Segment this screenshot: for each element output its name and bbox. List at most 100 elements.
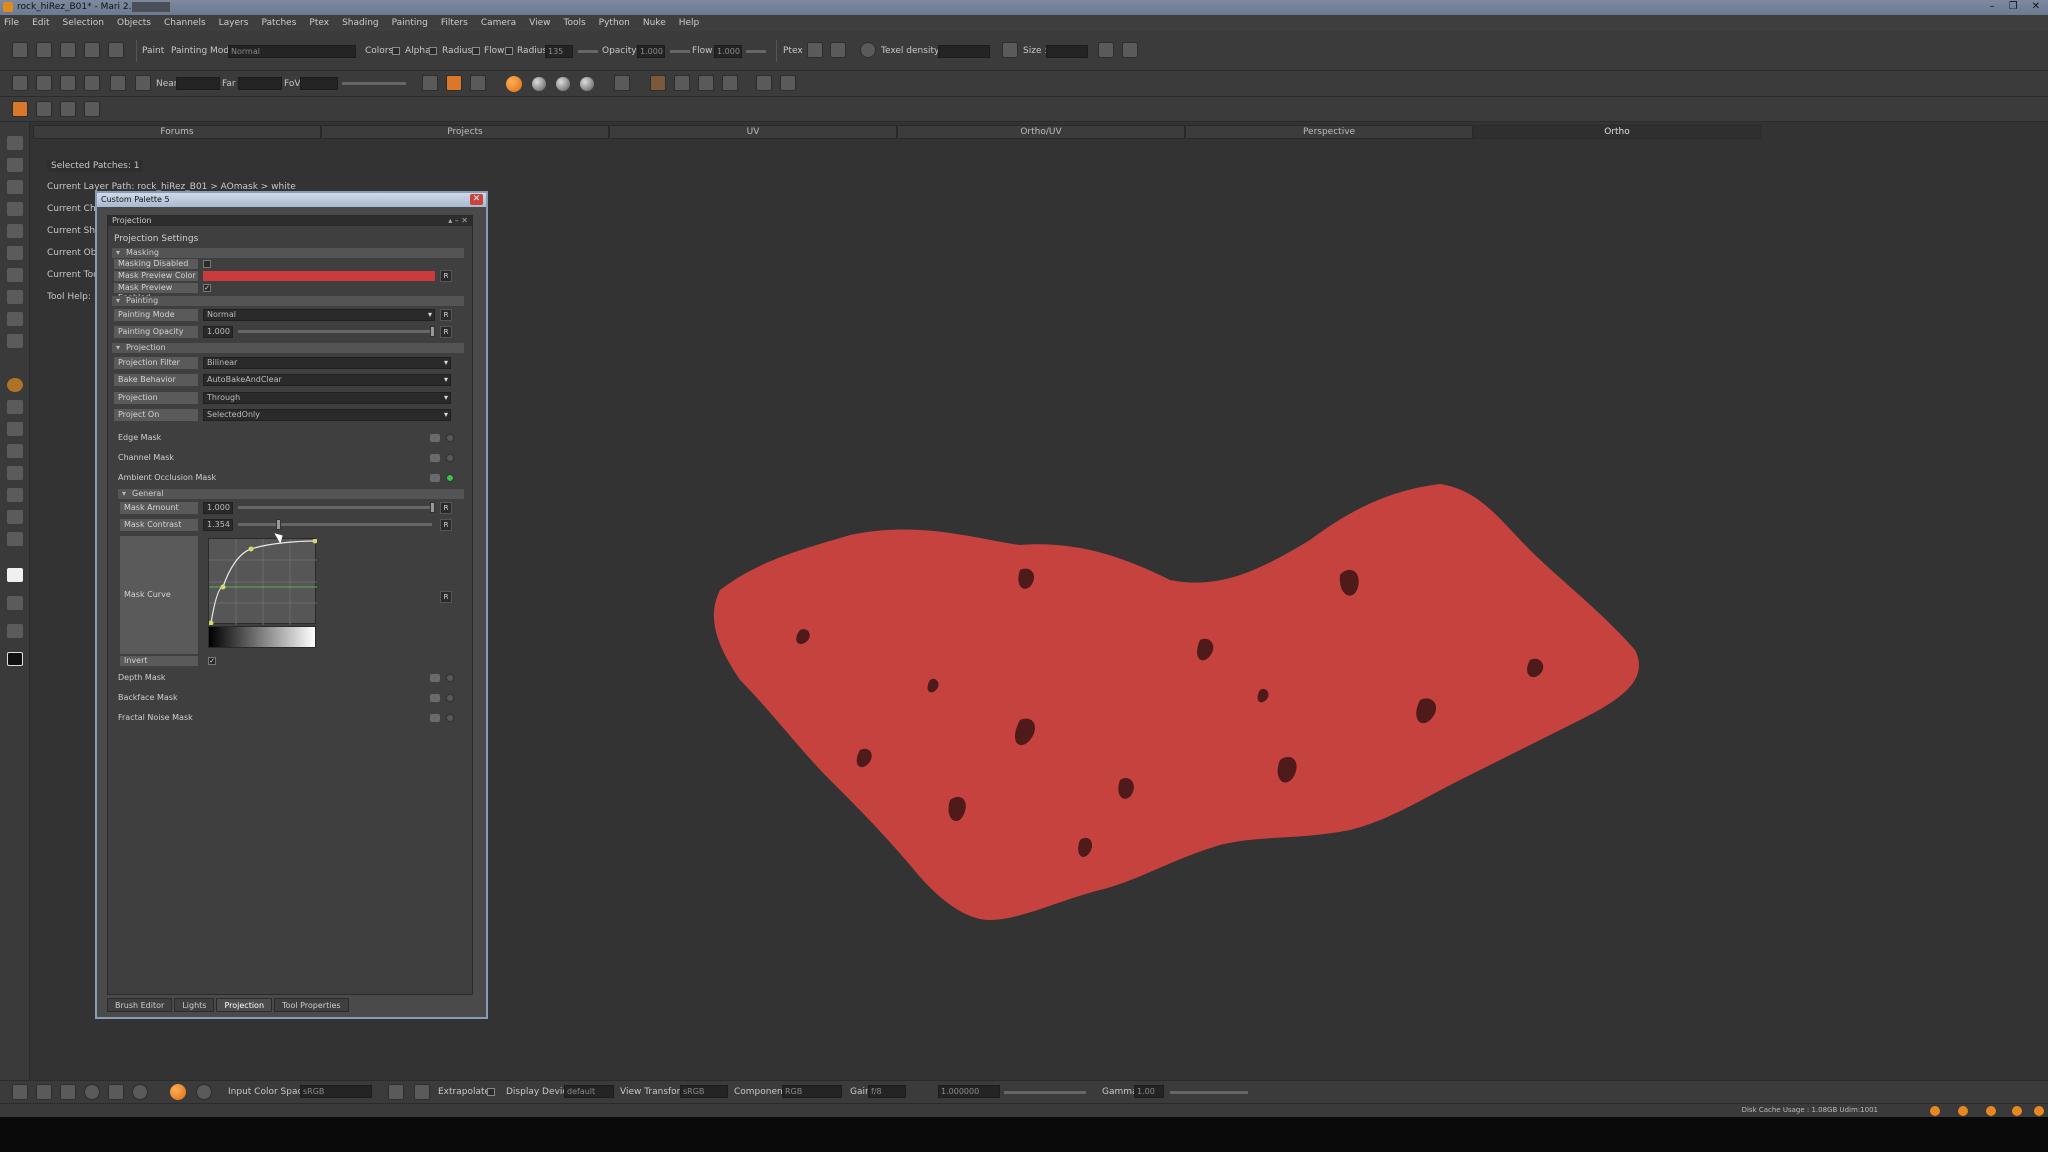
channel-mask-label[interactable]: Channel Mask: [118, 453, 174, 462]
tab-tool-properties[interactable]: Tool Properties: [274, 998, 349, 1012]
mask-amount-slider[interactable]: [238, 506, 432, 509]
rock-model[interactable]: [700, 480, 1650, 940]
palette-close-button[interactable]: ✕: [470, 194, 483, 205]
background-color-swatch[interactable]: [7, 624, 23, 638]
projection-filter-dropdown[interactable]: Bilinear: [203, 357, 451, 369]
tab-lights[interactable]: Lights: [174, 998, 215, 1012]
move-axis-icon[interactable]: [698, 75, 714, 91]
curve-point[interactable]: [312, 538, 318, 544]
lut-icon[interactable]: [196, 1084, 212, 1100]
lit-shading-ball-icon[interactable]: [532, 77, 546, 91]
backface-mask-indicator[interactable]: [446, 694, 454, 702]
layer-stack-icon[interactable]: [12, 101, 28, 117]
zoom-view-icon[interactable]: [84, 1084, 100, 1100]
camera-icon[interactable]: [36, 75, 52, 91]
paint-bucket-icon[interactable]: [7, 312, 23, 326]
redo-icon[interactable]: [108, 42, 124, 58]
size-icon[interactable]: [1002, 42, 1018, 58]
grid-tool-icon[interactable]: [7, 290, 23, 304]
paint-through-icon[interactable]: [446, 75, 462, 91]
mask-contrast-slider[interactable]: [238, 523, 432, 526]
move-tool-icon[interactable]: [7, 224, 23, 238]
menu-python[interactable]: Python: [599, 15, 630, 31]
depth-mask-indicator[interactable]: [446, 674, 454, 682]
wireframe-icon[interactable]: [614, 75, 630, 91]
undo-icon[interactable]: [84, 42, 100, 58]
ao-mask-indicator[interactable]: [446, 474, 454, 482]
tab-ortho[interactable]: Ortho: [1473, 125, 1761, 139]
fov-field[interactable]: [300, 77, 338, 90]
menu-shading[interactable]: Shading: [342, 15, 379, 31]
menu-nuke[interactable]: Nuke: [643, 15, 666, 31]
opacity-slider[interactable]: [670, 50, 690, 53]
status-log-icon[interactable]: [2012, 1106, 2022, 1116]
close-button[interactable]: ✕: [2032, 0, 2040, 14]
rotate-view-icon[interactable]: [132, 1084, 148, 1100]
invert-checkbox[interactable]: ✓: [208, 657, 216, 665]
fractal-noise-mask-indicator[interactable]: [446, 714, 454, 722]
sponge-tool-icon[interactable]: [7, 510, 23, 524]
zoom-tool-icon[interactable]: [7, 202, 23, 216]
menu-ptex[interactable]: Ptex: [309, 15, 329, 31]
crosshair-icon[interactable]: [650, 75, 666, 91]
smudge-tool-icon[interactable]: [7, 488, 23, 502]
ptex-paste-icon[interactable]: [1122, 42, 1138, 58]
projection-group-header[interactable]: Projection: [112, 343, 464, 353]
masking-group-header[interactable]: Masking: [112, 248, 464, 258]
alpha-checkbox[interactable]: [429, 47, 437, 55]
grid-snap-icon[interactable]: [722, 75, 738, 91]
menu-channels[interactable]: Channels: [164, 15, 206, 31]
full-shading-ball-icon[interactable]: [580, 77, 594, 91]
gamma-field[interactable]: 1.00: [1134, 1085, 1164, 1098]
color-manage-icon[interactable]: [170, 1084, 186, 1100]
mask-amount-field[interactable]: 1.000: [203, 502, 233, 514]
backface-mask-toggle[interactable]: [430, 694, 440, 702]
ao-mask-label[interactable]: Ambient Occlusion Mask: [118, 473, 216, 482]
view-cube-icon[interactable]: [12, 75, 28, 91]
tab-projection[interactable]: Projection: [216, 998, 273, 1012]
gain-slider[interactable]: [1004, 1091, 1086, 1094]
menu-file[interactable]: File: [4, 15, 19, 31]
mask-contrast-reset-button[interactable]: R: [440, 519, 452, 531]
tab-forums[interactable]: Forums: [33, 125, 321, 139]
new-file-icon[interactable]: [12, 42, 28, 58]
opacity-field[interactable]: 1.000: [637, 45, 665, 58]
mask-contrast-slider-handle[interactable]: [276, 519, 281, 530]
clone-tool-icon[interactable]: [7, 400, 23, 414]
restore-button[interactable]: ❐: [2009, 0, 2018, 14]
tab-perspective[interactable]: Perspective: [1185, 125, 1473, 139]
orbit-icon[interactable]: [108, 1084, 124, 1100]
radius-field[interactable]: 135: [545, 45, 573, 58]
eyedropper-tool-icon[interactable]: [7, 532, 23, 546]
bake-behavior-dropdown[interactable]: AutoBakeAndClear: [203, 374, 451, 386]
curve-point[interactable]: [248, 546, 254, 552]
transform-tool-icon[interactable]: [7, 246, 23, 260]
color-space-file-icon[interactable]: [388, 1084, 404, 1100]
mask-curve-editor[interactable]: [208, 538, 318, 626]
menu-layers[interactable]: Layers: [219, 15, 249, 31]
tab-ortho-uv[interactable]: Ortho/UV: [897, 125, 1185, 139]
flow-checkbox[interactable]: [505, 47, 513, 55]
painting-opacity-slider[interactable]: [238, 330, 432, 333]
object-icon[interactable]: [84, 75, 100, 91]
ptex-grid-icon[interactable]: [830, 42, 846, 58]
swap-colors-icon[interactable]: [7, 596, 23, 610]
edge-mask-toggle[interactable]: [430, 434, 440, 442]
tab-brush-editor[interactable]: Brush Editor: [107, 998, 173, 1012]
fractal-noise-mask-toggle[interactable]: [430, 714, 440, 722]
eye-icon[interactable]: [36, 101, 52, 117]
menu-selection[interactable]: Selection: [63, 15, 104, 31]
lasso-tool-icon[interactable]: [7, 158, 23, 172]
specular-ball-icon[interactable]: [556, 77, 570, 91]
flow-field[interactable]: 1.000: [714, 45, 742, 58]
selection-icon[interactable]: [756, 75, 772, 91]
painting-opacity-field[interactable]: 1.000: [203, 326, 233, 338]
ao-mask-toggle[interactable]: [430, 474, 440, 482]
near-field[interactable]: [176, 77, 220, 90]
panel-header-controls[interactable]: ▴ – ✕: [448, 216, 468, 226]
pan-icon[interactable]: [36, 1084, 52, 1100]
painting-mode-reset-button[interactable]: R: [440, 309, 452, 321]
mask-curve-reset-button[interactable]: R: [440, 591, 452, 603]
painting-opacity-slider-handle[interactable]: [430, 326, 435, 337]
menu-painting[interactable]: Painting: [392, 15, 428, 31]
